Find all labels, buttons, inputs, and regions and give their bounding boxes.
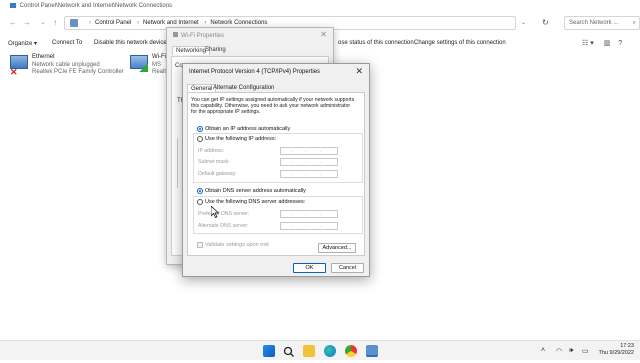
edge-icon[interactable]: [324, 345, 336, 357]
network-icon: [173, 32, 178, 37]
close-icon[interactable]: ✕: [355, 66, 363, 77]
volume-icon[interactable]: 🕪: [569, 347, 573, 355]
help-icon[interactable]: ?: [618, 40, 622, 47]
connection-status: Network cable unplugged: [32, 62, 100, 68]
search-icon[interactable]: [283, 345, 295, 357]
ip-address-field[interactable]: . . .: [280, 147, 338, 155]
connection-wifi[interactable]: Wi-Fi MS Realt: [128, 54, 168, 82]
alternate-dns-label: Alternate DNS server:: [198, 223, 249, 229]
ok-button[interactable]: OK: [293, 263, 326, 273]
radio-auto-ip-label[interactable]: Obtain an IP address automatically: [205, 126, 290, 132]
battery-icon[interactable]: ▭: [582, 347, 589, 355]
dialog-title: Wi-Fi Properties: [173, 32, 224, 39]
radio-manual-dns[interactable]: [197, 199, 203, 205]
view-status-button[interactable]: ose status of this connection: [338, 40, 414, 46]
organize-button[interactable]: Organize ▾: [8, 40, 37, 47]
chrome-icon[interactable]: [345, 345, 357, 357]
validate-label: Validate settings upon exit: [205, 242, 269, 248]
disconnected-icon: ✕: [10, 67, 18, 77]
dialog-title: Internet Protocol Version 4 (TCP/IPv4) P…: [189, 69, 321, 75]
address-dropdown-icon[interactable]: ⌄: [521, 19, 526, 26]
radio-manual-ip-label[interactable]: Use the following IP address:: [205, 136, 276, 142]
tab-alternate-configuration[interactable]: Alternate Configuration: [213, 85, 274, 91]
breadcrumb-control-panel[interactable]: Control Panel: [95, 20, 131, 26]
control-panel-icon[interactable]: [366, 345, 378, 357]
preferred-dns-label: Preferred DNS server:: [198, 211, 250, 217]
window-title: Control Panel\Network and Internet\Netwo…: [0, 0, 640, 12]
default-gateway-label: Default gateway:: [198, 171, 237, 177]
advanced-button[interactable]: Advanced...: [318, 243, 356, 253]
ip-address-label: IP address:: [198, 148, 225, 154]
default-gateway-field[interactable]: . . .: [280, 170, 338, 178]
connection-status: MS: [152, 62, 161, 68]
clock-date: Thu 9/29/2022: [598, 350, 634, 356]
refresh-icon[interactable]: ↻: [542, 18, 549, 27]
radio-auto-ip[interactable]: [197, 126, 203, 132]
search-icon: ⌕: [632, 20, 636, 26]
clock-time: 17:23: [620, 343, 634, 349]
subnet-mask-label: Subnet mask:: [198, 159, 230, 165]
windows-start-icon[interactable]: [263, 345, 275, 357]
alternate-dns-field[interactable]: . . .: [280, 222, 338, 230]
forward-icon[interactable]: →: [22, 18, 32, 28]
preferred-dns-field[interactable]: . . .: [280, 210, 338, 218]
preview-pane-icon[interactable]: ▥: [604, 40, 611, 47]
search-input[interactable]: Search Network ... ⌕: [564, 16, 640, 30]
change-settings-button[interactable]: Change settings of this connection: [414, 40, 506, 46]
chevron-up-icon[interactable]: ˄: [541, 347, 545, 354]
disable-device-button[interactable]: Disable this network device: [94, 40, 167, 46]
back-icon[interactable]: ←: [8, 18, 18, 28]
control-panel-icon: [10, 3, 16, 8]
recent-dropdown-icon[interactable]: ⌄: [38, 18, 48, 28]
tab-sharing[interactable]: Sharing: [205, 47, 226, 53]
radio-auto-dns-label[interactable]: Obtain DNS server address automatically: [205, 188, 306, 194]
breadcrumb-network-internet[interactable]: Network and Internet: [143, 20, 199, 26]
control-panel-icon: [70, 19, 78, 27]
up-icon[interactable]: ↑: [50, 18, 60, 28]
wifi-icon[interactable]: ◠: [556, 347, 562, 355]
view-options[interactable]: ☷ ▾ ▥ ?: [582, 39, 622, 47]
connect-to-button[interactable]: Connect To: [52, 40, 82, 46]
cancel-button[interactable]: Cancel: [331, 263, 364, 273]
connection-name: Ethernet: [32, 54, 55, 60]
breadcrumb-network-connections[interactable]: Network Connections: [210, 20, 267, 26]
clock[interactable]: 17:23 Thu 9/29/2022: [599, 343, 634, 357]
taskbar: ˄ ◠ 🕪 ▭ 17:23 Thu 9/29/2022: [0, 340, 640, 360]
mouse-cursor-icon: [211, 206, 219, 218]
signal-bars-icon: [138, 64, 148, 72]
connection-device: Realt: [152, 69, 167, 75]
window-title-text: Control Panel\Network and Internet\Netwo…: [19, 3, 173, 9]
radio-auto-dns[interactable]: [197, 188, 203, 194]
connection-name: Wi-Fi: [152, 54, 166, 60]
radio-manual-ip[interactable]: [197, 136, 203, 142]
radio-manual-dns-label[interactable]: Use the following DNS server addresses:: [205, 199, 305, 205]
connection-device: Realtek PCIe FE Family Controller: [32, 69, 124, 75]
description-text: You can get IP settings assigned automat…: [191, 97, 355, 115]
subnet-mask-field[interactable]: . . .: [280, 158, 338, 166]
view-options-icon[interactable]: ☷ ▾: [582, 40, 594, 47]
file-explorer-icon[interactable]: [303, 345, 315, 357]
close-icon[interactable]: ✕: [320, 30, 327, 39]
validate-checkbox[interactable]: [197, 242, 203, 248]
search-placeholder: Search Network ...: [569, 20, 619, 26]
connection-ethernet[interactable]: ✕ Ethernet Network cable unplugged Realt…: [8, 54, 128, 82]
